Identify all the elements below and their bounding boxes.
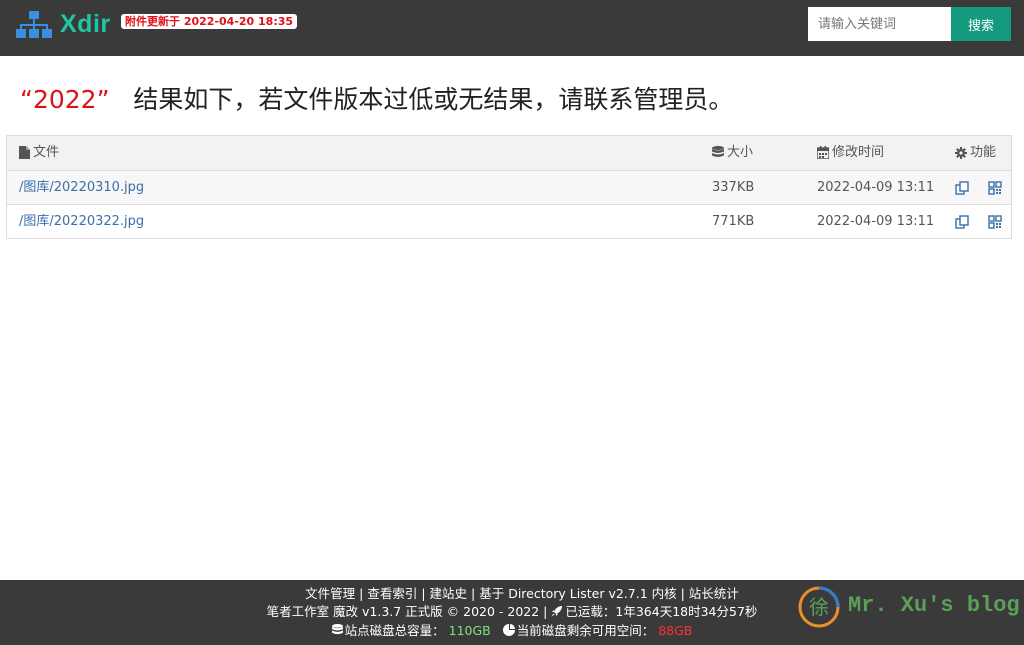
copy-icon[interactable] (955, 181, 969, 195)
calendar-icon (817, 146, 829, 159)
footer-link-stats[interactable]: 站长统计 (689, 586, 739, 601)
qrcode-icon[interactable] (988, 181, 1002, 195)
top-navbar: Xdir 附件更新于 2022-04-20 18:35 搜索 (0, 0, 1024, 56)
file-icon (19, 146, 30, 159)
database-icon (712, 146, 724, 157)
update-badge: 附件更新于 2022-04-20 18:35 (121, 14, 298, 29)
search-input[interactable] (808, 7, 951, 41)
blog-logo-char: 徐 (809, 595, 829, 619)
footer-separator: | (467, 586, 480, 601)
file-size: 337KB (712, 180, 755, 195)
table-row: /图库/20220322.jpg 771KB 2022-04-09 13:11 (7, 204, 1011, 238)
file-size: 771KB (712, 214, 755, 229)
runtime-label: 已运载： (565, 604, 616, 619)
footer-copyright: 笔者工作室 魔改 v1.3.7 正式版 © 2020 - 2022 | (266, 604, 552, 619)
search-button[interactable]: 搜索 (951, 7, 1011, 41)
column-func: 功能 (955, 136, 996, 170)
disk-free-label: 当前磁盘剩余可用空间： (516, 623, 655, 638)
footer: 文件管理 | 查看索引 | 建站史 | 基于 Directory Lister … (0, 580, 1024, 645)
footer-separator: | (355, 586, 368, 601)
footer-link-file-manage[interactable]: 文件管理 (305, 586, 355, 601)
file-link[interactable]: /图库/20220310.jpg (19, 180, 144, 195)
table-header: 文件 大小 修改时间 功能 (7, 136, 1011, 170)
disk-free-value: 88GB (658, 623, 693, 638)
column-size[interactable]: 大小 (712, 136, 753, 170)
file-table: 文件 大小 修改时间 功能 /图库/20220310.jpg 337KB 202… (6, 135, 1012, 239)
footer-link-directory-lister[interactable]: 基于 Directory Lister v2.7.1 内核 (479, 586, 676, 601)
copy-icon[interactable] (955, 215, 969, 229)
search-keyword: “2022” (20, 85, 110, 114)
footer-separator: | (417, 586, 430, 601)
column-func-label: 功能 (970, 145, 997, 160)
qrcode-icon[interactable] (988, 215, 1002, 229)
column-file[interactable]: 文件 (19, 136, 59, 170)
result-title: “2022” 结果如下，若文件版本过低或无结果，请联系管理员。 (20, 80, 733, 116)
brand-name[interactable]: Xdir (60, 10, 111, 39)
database-icon (331, 624, 343, 635)
table-row: /图库/20220310.jpg 337KB 2022-04-09 13:11 (7, 170, 1011, 204)
column-mtime[interactable]: 修改时间 (817, 136, 884, 170)
sitemap-icon[interactable] (16, 10, 52, 40)
rocket-icon (551, 606, 563, 617)
disk-total-label: 站点磁盘总容量： (344, 623, 445, 638)
footer-disk-line: 站点磁盘总容量： 110GB 当前磁盘剩余可用空间： 88GB (0, 622, 1024, 639)
runtime-value: 1年364天18时34分57秒 (615, 604, 758, 619)
gear-icon (955, 146, 967, 159)
file-mtime: 2022-04-09 13:11 (817, 180, 935, 195)
pie-chart-icon (502, 624, 515, 636)
column-mtime-label: 修改时间 (832, 145, 885, 160)
column-file-label: 文件 (33, 145, 60, 160)
result-message: 结果如下，若文件版本过低或无结果，请联系管理员。 (133, 85, 734, 114)
blog-name[interactable]: Mr. Xu's blog (848, 593, 1020, 618)
footer-separator: | (676, 586, 689, 601)
file-mtime: 2022-04-09 13:11 (817, 214, 935, 229)
blog-logo-icon[interactable]: 徐 (797, 585, 841, 629)
footer-link-history[interactable]: 建站史 (430, 586, 468, 601)
footer-link-index[interactable]: 查看索引 (367, 586, 417, 601)
file-link[interactable]: /图库/20220322.jpg (19, 214, 144, 229)
column-size-label: 大小 (727, 145, 754, 160)
disk-total-value: 110GB (448, 623, 491, 638)
